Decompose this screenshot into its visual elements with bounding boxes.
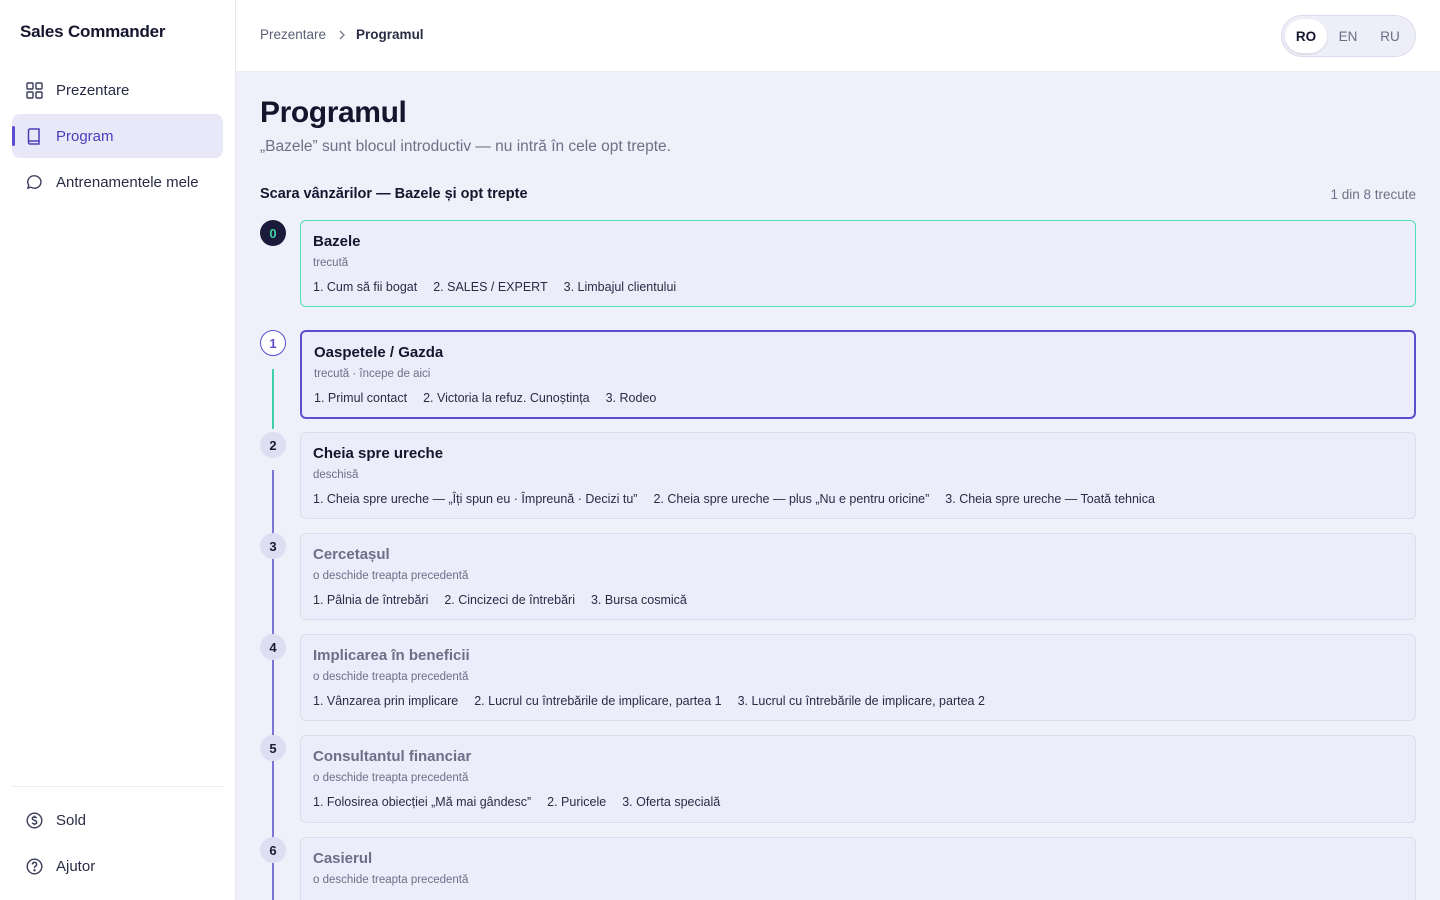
step-title: Cercetașul — [313, 546, 390, 563]
page-subtitle: „Bazele” sunt blocul introductiv — nu in… — [260, 138, 671, 155]
lesson-link: 1. Pâlnia de întrebări — [313, 593, 429, 607]
sidebar-item-label: Program — [56, 127, 114, 145]
lesson-list: 1. Primul contact 2. Victoria la refuz. … — [314, 391, 672, 405]
sidebar-item-ajutor[interactable]: Ajutor — [12, 844, 223, 888]
step-title: Implicarea în beneficii — [313, 647, 470, 664]
step-status: deschisă — [313, 469, 359, 481]
top-bar: Prezentare Programul RO EN RU — [236, 0, 1440, 72]
lesson-link: 3. Lucrul cu întrebările de implicare, p… — [737, 694, 985, 708]
lesson-list: 1. Vânzarea prin implicare 2. Lucrul cu … — [313, 694, 1001, 708]
chevron-right-icon — [338, 30, 346, 40]
sidebar-item-antrenamente[interactable]: Antrenamentele mele — [12, 160, 223, 204]
breadcrumb-parent[interactable]: Prezentare — [260, 27, 326, 42]
step-number: 5 — [260, 735, 286, 761]
lang-ro-button[interactable]: RO — [1285, 19, 1327, 53]
lesson-link[interactable]: 2. Cheia spre ureche — plus „Nu e pentru… — [653, 492, 929, 506]
progress-count: 1 din 8 trecute — [1330, 187, 1416, 202]
dollar-circle-icon — [25, 811, 43, 829]
step-status: o deschide treapta precedentă — [313, 772, 469, 784]
step-status: trecută — [313, 257, 349, 269]
chat-icon — [25, 173, 43, 191]
sidebar-item-prezentare[interactable]: Prezentare — [12, 68, 223, 112]
sidebar-divider — [12, 786, 223, 787]
breadcrumb-current: Programul — [356, 27, 424, 42]
lesson-link[interactable]: 1. Cheia spre ureche — „Îți spun eu · Îm… — [313, 492, 637, 506]
lesson-link[interactable]: 2. Victoria la refuz. Cunoștința — [423, 391, 590, 405]
lang-en-button[interactable]: EN — [1327, 19, 1369, 53]
grid-icon — [25, 81, 43, 99]
step-number: 6 — [260, 837, 286, 863]
step-card: Cercetașul o deschide treapta precedentă… — [300, 533, 1416, 620]
step-card: Implicarea în beneficii o deschide treap… — [300, 634, 1416, 721]
brand-logo[interactable]: Sales Commander — [20, 22, 166, 42]
sidebar: Sales Commander Prezentare Program Antre… — [0, 0, 236, 900]
step-title: Cheia spre ureche — [313, 445, 444, 462]
language-switcher: RO EN RU — [1281, 15, 1416, 57]
lesson-link: 3. Bursa cosmică — [590, 593, 687, 607]
lesson-link[interactable]: 3. Rodeo — [606, 391, 657, 405]
sidebar-item-program[interactable]: Program — [12, 114, 223, 158]
step-card[interactable]: Oaspetele / Gazda trecută · începe de ai… — [300, 330, 1416, 419]
book-icon — [25, 127, 43, 145]
lesson-link[interactable]: 3. Limbajul clientului — [564, 280, 677, 294]
lesson-link[interactable]: 2. SALES / EXPERT — [433, 280, 547, 294]
help-circle-icon — [25, 857, 43, 875]
step-connector — [272, 369, 274, 429]
step-number: 0 — [260, 220, 286, 246]
sidebar-item-label: Prezentare — [56, 81, 130, 99]
step-number: 4 — [260, 634, 286, 660]
lesson-link[interactable]: 1. Primul contact — [314, 391, 407, 405]
step-status: o deschide treapta precedentă — [313, 570, 469, 582]
step-title: Consultantul financiar — [313, 748, 472, 765]
step-status: trecută · începe de aici — [314, 368, 431, 380]
lesson-link: 2. Cincizeci de întrebări — [444, 593, 575, 607]
sidebar-item-label: Antrenamentele mele — [56, 173, 199, 191]
step-title: Casierul — [313, 850, 373, 867]
lesson-link: 3. Oferta specială — [622, 795, 721, 809]
lesson-list: 1. Folosirea obiecției „Mă mai gândesc” … — [313, 795, 736, 809]
step-status: o deschide treapta precedentă — [313, 874, 469, 886]
lang-ru-button[interactable]: RU — [1369, 19, 1411, 53]
step-card[interactable]: Cheia spre ureche deschisă 1. Cheia spre… — [300, 432, 1416, 519]
lesson-link: 1. Vânzarea prin implicare — [313, 694, 459, 708]
sidebar-item-label: Sold — [56, 811, 87, 829]
lesson-list: 1. Cum să fii bogat 2. SALES / EXPERT 3.… — [313, 280, 692, 294]
lesson-link[interactable]: 1. Cum să fii bogat — [313, 280, 417, 294]
lesson-link[interactable]: 3. Cheia spre ureche — Toată tehnica — [945, 492, 1155, 506]
step-title: Oaspetele / Gazda — [314, 344, 444, 361]
step-title: Bazele — [313, 233, 361, 250]
step-status: o deschide treapta precedentă — [313, 671, 469, 683]
step-card[interactable]: Bazele trecută 1. Cum să fii bogat 2. SA… — [300, 220, 1416, 307]
sidebar-item-label: Ajutor — [56, 857, 96, 875]
section-title: Scara vânzărilor — Bazele și opt trepte — [260, 186, 528, 202]
lesson-link: 2. Puricele — [547, 795, 607, 809]
lesson-link: 2. Lucrul cu întrebările de implicare, p… — [474, 694, 722, 708]
sidebar-item-sold[interactable]: Sold — [12, 798, 223, 842]
lesson-list: 1. Cheia spre ureche — „Îți spun eu · Îm… — [313, 492, 1171, 506]
step-card: Casierul o deschide treapta precedentă — [300, 837, 1416, 900]
breadcrumb: Prezentare Programul — [260, 27, 424, 42]
step-number: 1 — [260, 330, 286, 356]
step-number: 3 — [260, 533, 286, 559]
step-card: Consultantul financiar o deschide treapt… — [300, 735, 1416, 823]
step-number: 2 — [260, 432, 286, 458]
page-title: Programul — [260, 96, 407, 129]
lesson-list: 1. Pâlnia de întrebări 2. Cincizeci de î… — [313, 593, 703, 607]
lesson-link: 1. Folosirea obiecției „Mă mai gândesc” — [313, 795, 532, 809]
